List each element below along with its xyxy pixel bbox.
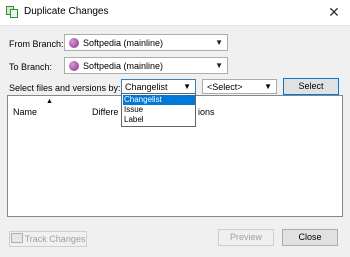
from-branch-label: From Branch:: [9, 39, 64, 49]
from-branch-value: Softpedia (mainline): [83, 38, 164, 48]
column-header-name[interactable]: Name: [13, 107, 37, 117]
select-by-dropdown: Changelist Issue Label: [121, 93, 196, 127]
chevron-down-icon: ▼: [264, 82, 272, 91]
secondary-select-value: <Select>: [207, 82, 243, 92]
dropdown-option-issue[interactable]: Issue: [123, 105, 195, 115]
chevron-down-icon: ▼: [215, 38, 223, 47]
select-by-value: Changelist: [125, 82, 168, 92]
column-header-versions[interactable]: ions: [198, 107, 215, 117]
branch-icon: [69, 61, 79, 71]
dropdown-option-changelist[interactable]: Changelist: [123, 95, 195, 105]
close-button[interactable]: Close: [282, 229, 338, 246]
dropdown-option-label[interactable]: Label: [123, 115, 195, 125]
select-by-combo[interactable]: Changelist ▼: [121, 79, 196, 94]
to-branch-value: Softpedia (mainline): [83, 61, 164, 71]
title-bar: Duplicate Changes ✕: [0, 0, 350, 26]
chevron-down-icon: ▼: [183, 82, 191, 91]
track-changes-label: Track Changes: [24, 234, 86, 244]
sort-arrow-icon: ▲: [46, 98, 53, 105]
select-by-label: Select files and versions by:: [9, 83, 121, 93]
to-branch-combo[interactable]: Softpedia (mainline) ▼: [64, 57, 228, 74]
track-changes-button[interactable]: Track Changes: [9, 231, 87, 247]
chevron-down-icon: ▼: [215, 61, 223, 70]
secondary-select-combo[interactable]: <Select> ▼: [202, 79, 277, 94]
column-header-differences[interactable]: Differe: [92, 107, 118, 117]
app-icon: [6, 6, 18, 18]
to-branch-label: To Branch:: [9, 62, 53, 72]
window-title: Duplicate Changes: [24, 6, 109, 17]
from-branch-combo[interactable]: Softpedia (mainline) ▼: [64, 34, 228, 51]
track-changes-icon: [10, 233, 23, 243]
branch-icon: [69, 38, 79, 48]
close-icon[interactable]: ✕: [320, 1, 348, 23]
select-button[interactable]: Select: [283, 78, 339, 95]
preview-button[interactable]: Preview: [218, 229, 274, 246]
